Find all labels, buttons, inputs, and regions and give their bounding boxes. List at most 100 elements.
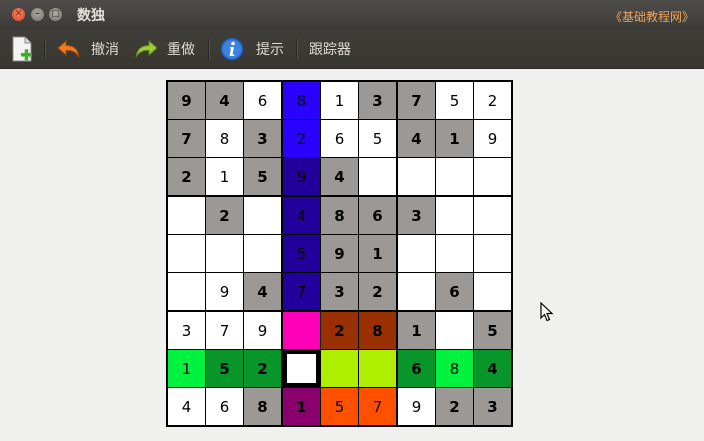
sudoku-cell[interactable]: [283, 312, 320, 349]
sudoku-cell[interactable]: 3: [398, 197, 435, 234]
sudoku-cell[interactable]: 9: [244, 312, 281, 349]
sudoku-cell[interactable]: 1: [359, 235, 396, 272]
sudoku-cell[interactable]: 4: [244, 273, 281, 310]
tracker-label: 跟踪器: [309, 42, 351, 58]
sudoku-cell[interactable]: 6: [244, 82, 281, 119]
sudoku-cell[interactable]: 6: [206, 388, 243, 425]
sudoku-cell[interactable]: 5: [436, 82, 473, 119]
site-link[interactable]: 《基础教程网》: [610, 8, 694, 25]
sudoku-cell[interactable]: 9: [283, 158, 320, 195]
sudoku-cell[interactable]: 7: [206, 312, 243, 349]
sudoku-cell[interactable]: [321, 350, 358, 387]
redo-label: 重做: [167, 42, 195, 58]
sudoku-cell[interactable]: 5: [206, 350, 243, 387]
sudoku-cell[interactable]: 8: [244, 388, 281, 425]
sudoku-cell[interactable]: 4: [168, 388, 205, 425]
sudoku-cell[interactable]: [168, 235, 205, 272]
sudoku-cell[interactable]: 7: [168, 120, 205, 157]
undo-arrow-icon: [57, 39, 80, 58]
sudoku-cell[interactable]: 9: [321, 235, 358, 272]
sudoku-cell[interactable]: [436, 235, 473, 272]
sudoku-cell[interactable]: [398, 273, 435, 310]
toolbar-separator: [296, 39, 298, 59]
sudoku-cell[interactable]: 4: [283, 197, 320, 234]
sudoku-cell[interactable]: [206, 235, 243, 272]
sudoku-cell[interactable]: 5: [321, 388, 358, 425]
sudoku-cell[interactable]: 2: [474, 82, 511, 119]
sudoku-cell[interactable]: 8: [359, 312, 396, 349]
sudoku-cell[interactable]: 6: [359, 197, 396, 234]
sudoku-cell[interactable]: 5: [474, 312, 511, 349]
sudoku-cell[interactable]: 6: [436, 273, 473, 310]
sudoku-cell[interactable]: [283, 350, 320, 387]
sudoku-cell[interactable]: [436, 158, 473, 195]
sudoku-cell[interactable]: 8: [283, 82, 320, 119]
maximize-window-icon[interactable]: □: [49, 8, 62, 21]
sudoku-cell[interactable]: 7: [283, 273, 320, 310]
sudoku-cell[interactable]: 7: [359, 388, 396, 425]
sudoku-cell[interactable]: 3: [244, 120, 281, 157]
sudoku-cell[interactable]: [474, 273, 511, 310]
sudoku-cell[interactable]: 5: [244, 158, 281, 195]
sudoku-cell[interactable]: [398, 158, 435, 195]
sudoku-cell[interactable]: 6: [321, 120, 358, 157]
sudoku-cell[interactable]: 9: [398, 388, 435, 425]
toolbar-separator: [44, 39, 46, 59]
toolbar-separator: [208, 39, 210, 59]
sudoku-cell[interactable]: 1: [283, 388, 320, 425]
sudoku-cell[interactable]: 2: [283, 120, 320, 157]
sudoku-cell[interactable]: 1: [436, 120, 473, 157]
sudoku-cell[interactable]: 3: [359, 82, 396, 119]
undo-button[interactable]: 撤消: [56, 30, 119, 68]
redo-arrow-icon: [135, 39, 158, 58]
undo-label: 撤消: [91, 42, 119, 58]
sudoku-cell[interactable]: 2: [168, 158, 205, 195]
sudoku-cell[interactable]: [244, 235, 281, 272]
sudoku-cell[interactable]: [359, 350, 396, 387]
sudoku-cell[interactable]: 5: [359, 120, 396, 157]
sudoku-cell[interactable]: 1: [168, 350, 205, 387]
hint-button[interactable]: 提示: [220, 30, 284, 68]
sudoku-cell[interactable]: [359, 158, 396, 195]
sudoku-cell[interactable]: 2: [321, 312, 358, 349]
redo-button[interactable]: 重做: [133, 30, 195, 68]
sudoku-cell[interactable]: [398, 235, 435, 272]
tracker-button[interactable]: 跟踪器: [309, 30, 351, 68]
sudoku-cell[interactable]: 4: [474, 350, 511, 387]
sudoku-cell[interactable]: [474, 158, 511, 195]
sudoku-cell[interactable]: 7: [398, 82, 435, 119]
sudoku-cell[interactable]: 8: [321, 197, 358, 234]
sudoku-cell[interactable]: 4: [206, 82, 243, 119]
sudoku-cell[interactable]: [436, 197, 473, 234]
sudoku-cell[interactable]: 4: [321, 158, 358, 195]
sudoku-cell[interactable]: [168, 273, 205, 310]
sudoku-cell[interactable]: 9: [168, 82, 205, 119]
sudoku-cell[interactable]: [474, 197, 511, 234]
sudoku-cell[interactable]: [474, 235, 511, 272]
sudoku-cell[interactable]: 9: [206, 273, 243, 310]
sudoku-cell[interactable]: 1: [206, 158, 243, 195]
new-game-button[interactable]: [10, 30, 34, 68]
info-icon: [220, 37, 244, 61]
sudoku-cell[interactable]: 2: [359, 273, 396, 310]
sudoku-cell[interactable]: 2: [436, 388, 473, 425]
minimize-window-icon[interactable]: –: [31, 8, 44, 21]
sudoku-cell[interactable]: 6: [398, 350, 435, 387]
sudoku-cell[interactable]: 9: [474, 120, 511, 157]
sudoku-cell[interactable]: 2: [244, 350, 281, 387]
sudoku-cell[interactable]: 1: [398, 312, 435, 349]
close-window-icon[interactable]: ✕: [12, 8, 25, 21]
sudoku-cell[interactable]: 2: [206, 197, 243, 234]
sudoku-cell[interactable]: 8: [206, 120, 243, 157]
sudoku-cell[interactable]: 4: [398, 120, 435, 157]
sudoku-cell[interactable]: 3: [474, 388, 511, 425]
sudoku-cell[interactable]: [168, 197, 205, 234]
sudoku-cell[interactable]: 8: [436, 350, 473, 387]
sudoku-cell[interactable]: [244, 197, 281, 234]
sudoku-cell[interactable]: 5: [283, 235, 320, 272]
sudoku-cell[interactable]: 1: [321, 82, 358, 119]
sudoku-cell[interactable]: [436, 312, 473, 349]
sudoku-cell[interactable]: 3: [168, 312, 205, 349]
sudoku-cell[interactable]: 3: [321, 273, 358, 310]
window-title: 数独: [77, 8, 105, 24]
